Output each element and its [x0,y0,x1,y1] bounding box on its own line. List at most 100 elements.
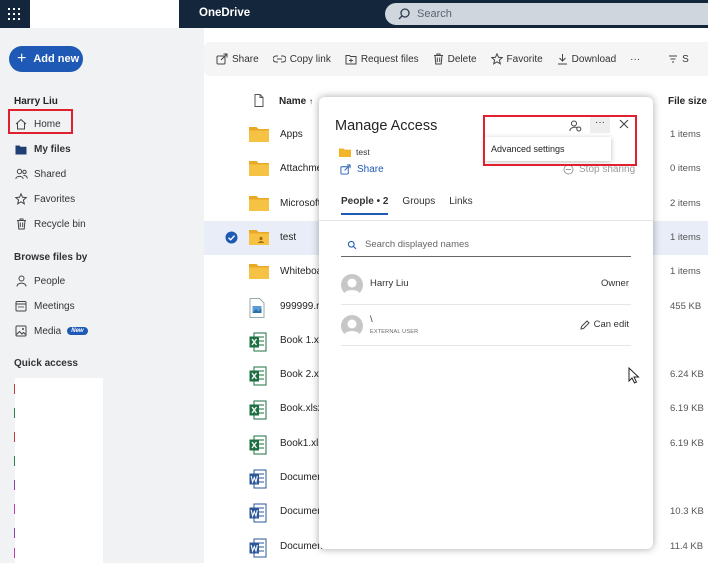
permission-dropdown[interactable]: Can edit [579,319,629,330]
file-size: 6.24 KB [670,369,704,381]
file-size: 11.4 KB [670,540,704,552]
star-icon [490,53,503,65]
image-file-icon [249,297,265,321]
add-new-button[interactable]: + Add new [9,46,83,72]
file-size: 1 items [670,129,701,140]
image-icon [14,324,28,338]
share-icon [216,53,228,65]
avatar [341,274,363,296]
pencil-icon [579,319,590,330]
highlight-box-my-files [8,109,73,134]
download-label: Download [571,53,617,65]
calendar-icon [14,299,28,313]
folder-icon [249,126,269,145]
person-row-external[interactable]: \ EXTERNAL USER Can edit [341,306,631,346]
command-bar: Share Copy link Request files Delete Fav… [204,42,708,76]
file-size: 10.3 KB [670,506,704,518]
excel-file-icon [249,332,267,355]
permission-label: Can edit [593,319,629,330]
star-icon [14,192,28,206]
new-badge: New [67,327,88,335]
person-icon [14,274,28,288]
copy-link-command[interactable]: Copy link [272,53,331,65]
person-name: \ [370,314,373,325]
browse-media-label: Media [34,325,62,337]
people-search-input[interactable]: Search displayed names [341,233,631,257]
more-commands-button[interactable]: ··· [630,54,640,65]
request-files-command[interactable]: Request files [345,53,419,65]
browse-media[interactable]: Media New [14,321,88,341]
copy-link-label: Copy link [289,53,331,65]
excel-file-icon [249,366,267,389]
trash-icon [14,217,28,231]
excel-file-icon [249,400,267,423]
dialog-title: Manage Access [335,118,438,134]
column-header-name[interactable]: Name ↑ [279,96,313,107]
column-header-file-size[interactable]: File size [668,96,707,107]
sort-command-label: S [682,53,689,65]
top-bar: OneDrive Search [0,0,708,28]
user-name: Harry Liu [14,96,58,107]
delete-label: Delete [447,53,477,65]
plus-icon: + [17,50,27,67]
share-icon [340,164,351,175]
favorite-label: Favorite [506,53,543,65]
search-box[interactable]: Search [385,3,708,25]
browse-meetings[interactable]: Meetings [14,296,75,316]
shared-item: test [339,147,370,157]
redacted-area [15,378,103,563]
sort-icon [668,54,678,64]
tab-links[interactable]: Links [449,196,472,215]
shared-item-name: test [356,147,370,157]
folder-icon [249,229,269,248]
folder-icon [249,160,269,179]
trash-icon [433,53,444,65]
tabs-divider [319,220,653,221]
file-size: 1 items [670,266,701,278]
folder-icon [339,148,351,157]
folder-icon [14,142,28,156]
file-size: 6.19 KB [670,403,704,415]
excel-file-icon [249,435,267,458]
tab-groups[interactable]: Groups [402,196,435,215]
word-file-icon [249,538,267,561]
nav-shared-label: Shared [34,168,67,180]
nav-favorites-label: Favorites [34,193,76,205]
add-new-label: Add new [33,53,80,65]
person-row-owner[interactable]: Harry Liu Owner [341,265,631,305]
avatar [341,315,363,337]
file-size: 455 KB [670,300,702,312]
download-icon [557,53,568,65]
download-command[interactable]: Download [557,53,616,65]
browse-people[interactable]: People [14,271,65,291]
nav-my-files[interactable]: My files [14,139,71,159]
word-file-icon [249,469,267,492]
app-launcher-icon[interactable] [8,8,20,20]
file-size: 1 items [670,231,701,243]
link-icon [272,54,286,64]
favorite-command[interactable]: Favorite [490,53,543,65]
dialog-tabs: People • 2 Groups Links [341,196,487,215]
file-type-icon [254,94,264,107]
app-title[interactable]: OneDrive [199,7,250,19]
browse-meetings-label: Meetings [34,300,75,312]
search-placeholder: Search [417,8,452,20]
delete-command[interactable]: Delete [433,53,477,65]
nav-favorites[interactable]: Favorites [14,189,75,209]
checkmark-icon[interactable] [225,231,238,244]
sort-command[interactable]: S [668,54,689,65]
dialog-share-button[interactable]: Share [340,164,384,175]
file-size: 0 items [670,163,701,175]
tab-people[interactable]: People • 2 [341,196,389,215]
request-files-label: Request files [360,53,419,65]
person-subtitle: EXTERNAL USER [370,329,419,335]
nav-shared[interactable]: Shared [14,164,66,184]
quick-access-title: Quick access [14,358,78,369]
share-command[interactable]: Share [216,53,259,65]
word-file-icon [249,503,267,526]
sort-ascending-icon: ↑ [309,97,314,106]
people-icon [14,167,28,181]
request-files-icon [345,53,357,65]
mouse-pointer-icon [628,367,640,384]
nav-recycle-bin[interactable]: Recycle bin [14,214,86,234]
